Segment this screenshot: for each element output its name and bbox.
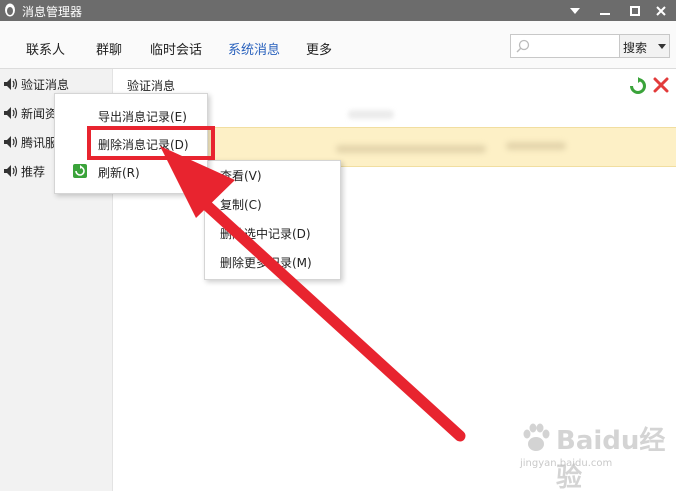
watermark: Baidu经验 jingyan.baidu.com xyxy=(520,420,670,491)
watermark-brand: Baidu经验 xyxy=(556,426,666,491)
paw-icon xyxy=(523,423,550,451)
annotation-arrow xyxy=(160,146,466,442)
watermark-url: jingyan.baidu.com xyxy=(520,458,613,469)
